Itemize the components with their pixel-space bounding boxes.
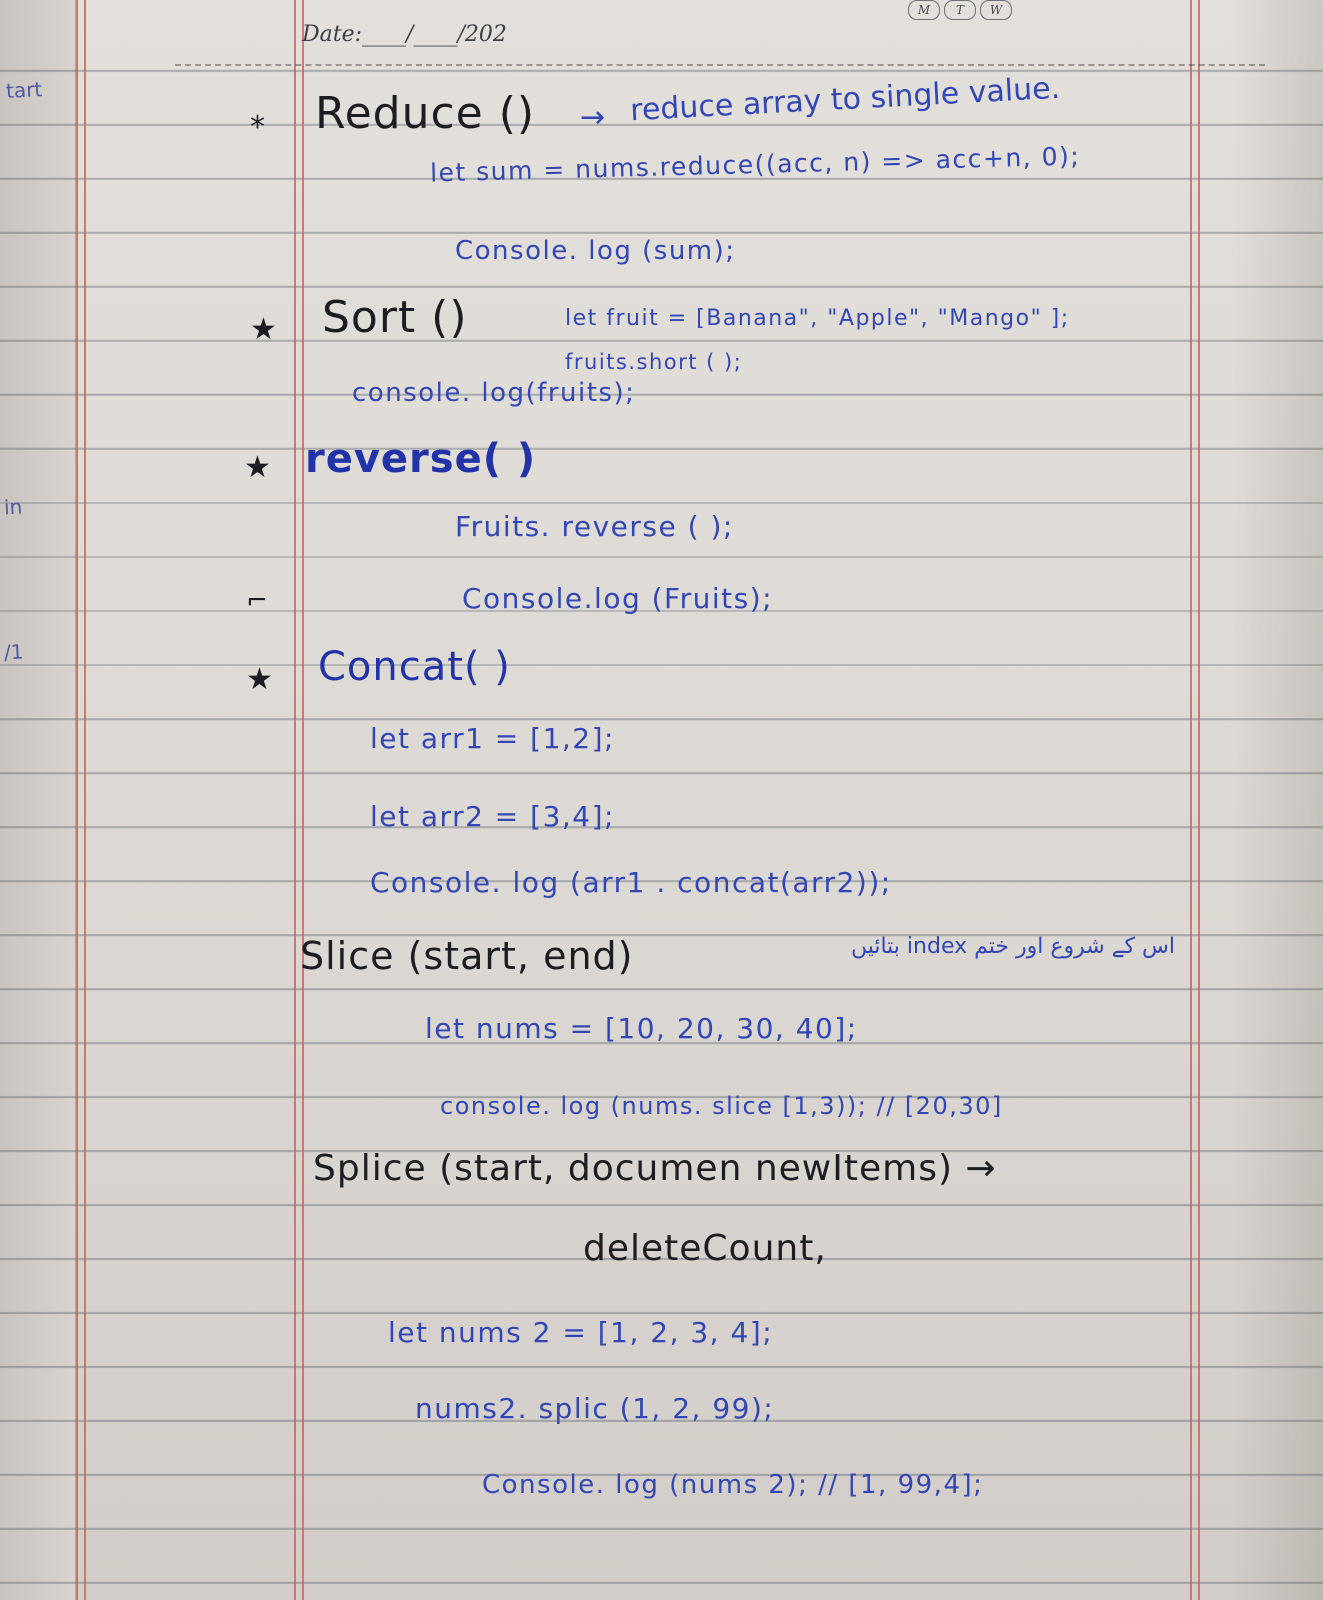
code-line: nums2. splic (1, 2, 99);: [415, 1392, 775, 1425]
day-boxes: M T W: [908, 0, 1012, 20]
code-line: Console. log (sum);: [455, 236, 736, 266]
margin-line-left-a: [76, 0, 78, 1600]
margin-note: /1: [3, 639, 25, 665]
code-line: let nums = [10, 20, 30, 40];: [425, 1012, 858, 1045]
margin-note: tart: [5, 77, 43, 103]
reduce-heading: Reduce (): [315, 88, 536, 139]
margin-line-main-b: [302, 0, 304, 1600]
margin-line-left-b: [84, 0, 86, 1600]
margin-line-right-b: [1198, 0, 1200, 1600]
code-line: let fruit = [Banana", "Apple", "Mango" ]…: [565, 306, 1070, 331]
code-line: fruits.short ( );: [565, 350, 743, 374]
concat-heading: Concat( ): [318, 644, 511, 690]
header-dashed-line: [175, 64, 1265, 66]
code-line: Console.log (Fruits);: [462, 582, 774, 615]
star-bullet: ★: [244, 450, 271, 485]
code-line: let arr1 = [1,2];: [370, 722, 615, 755]
code-line: console. log (nums. slice [1,3)); // [20…: [440, 1092, 1003, 1120]
code-line: let nums 2 = [1, 2, 3, 4];: [388, 1316, 774, 1349]
code-line: Console. log (arr1 . concat(arr2));: [370, 866, 892, 899]
day-box-monday: M: [908, 0, 940, 20]
adjacent-page-strip: [0, 0, 77, 1600]
code-line: Fruits. reverse ( );: [455, 510, 734, 543]
date-label: Date:____/____/202: [302, 22, 507, 47]
star-bullet: ★: [250, 312, 277, 347]
notebook-page: Date:____/____/202 M T W tart in /1 * Re…: [0, 0, 1323, 1600]
splice-subtitle: deleteCount,: [583, 1228, 827, 1269]
sort-heading: Sort (): [322, 292, 468, 343]
splice-heading: Splice (start, documen newItems) →: [313, 1148, 997, 1189]
code-line: console. log(fruits);: [352, 378, 636, 408]
code-line: let arr2 = [3,4];: [370, 800, 615, 833]
margin-line-right-a: [1190, 0, 1192, 1600]
star-bullet: *: [250, 110, 265, 145]
star-bullet: ★: [246, 662, 273, 697]
reverse-heading: reverse( ): [305, 436, 537, 482]
slice-heading: Slice (start, end): [300, 934, 634, 978]
arrow-icon: →: [580, 100, 606, 135]
margin-note: in: [3, 494, 23, 520]
code-line: let sum = nums.reduce((acc, n) => acc+n,…: [429, 141, 1081, 188]
reduce-description: reduce array to single value.: [629, 70, 1061, 129]
day-box-tuesday: T: [944, 0, 976, 20]
slice-note: اس کے شروع اور ختم index بتائیں: [850, 934, 1175, 959]
day-box-wednesday: W: [980, 0, 1012, 20]
side-mark: ⌐: [246, 586, 268, 616]
code-line: Console. log (nums 2); // [1, 99,4];: [482, 1470, 984, 1500]
margin-line-main-a: [294, 0, 296, 1600]
